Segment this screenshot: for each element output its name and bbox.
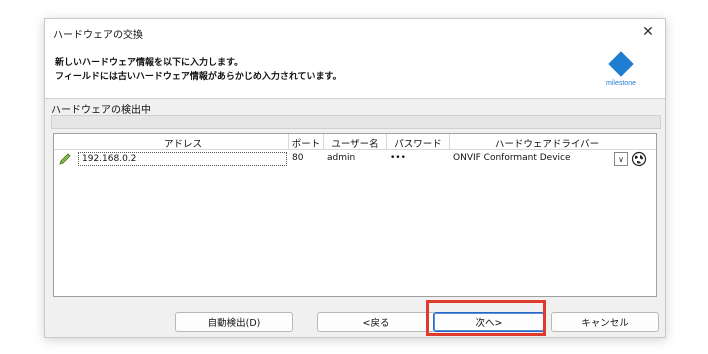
header-note: フィールドには古いハードウェア情報があらかじめ入力されています。 bbox=[55, 72, 342, 82]
close-icon: ✕ bbox=[642, 24, 654, 40]
password-field[interactable]: ••• bbox=[387, 152, 449, 166]
detection-label: ハードウェアの検出中 bbox=[51, 105, 151, 116]
column-port: ポート bbox=[291, 139, 321, 150]
replace-hardware-dialog: ハードウェアの交換 ✕ 新しいハードウェア情報を以下に入力します。 フィールドに… bbox=[44, 18, 666, 338]
chevron-down-icon: ∨ bbox=[618, 154, 624, 164]
column-address: アドレス bbox=[163, 139, 202, 150]
next-button[interactable]: 次へ> bbox=[433, 312, 545, 332]
back-button[interactable]: <戻る bbox=[317, 312, 435, 332]
address-field[interactable]: 192.168.0.2 bbox=[78, 152, 287, 166]
pencil-icon bbox=[59, 153, 71, 165]
close-button[interactable]: ✕ bbox=[631, 19, 665, 45]
dialog-title: ハードウェアの交換 bbox=[53, 30, 143, 41]
cancel-button[interactable]: キャンセル bbox=[551, 312, 659, 332]
grid-header: アドレス ポート ユーザー名 パスワード ハードウェアドライバー bbox=[54, 134, 656, 150]
detection-progress-bar bbox=[51, 115, 661, 129]
driver-dropdown-button[interactable]: ∨ bbox=[614, 152, 628, 166]
wizard-header: 新しいハードウェア情報を以下に入力します。 フィールドには古いハードウェア情報が… bbox=[45, 45, 665, 99]
hardware-grid: アドレス ポート ユーザー名 パスワード ハードウェアドライバー 192.168… bbox=[53, 133, 657, 297]
title-bar: ハードウェアの交換 ✕ bbox=[45, 19, 665, 45]
auto-detect-button[interactable]: 自動検出(D) bbox=[175, 312, 293, 332]
column-password: パスワード bbox=[394, 139, 442, 150]
globe-icon[interactable] bbox=[631, 151, 647, 167]
username-field[interactable]: admin bbox=[324, 152, 386, 166]
driver-select[interactable]: ONVIF Conformant Device bbox=[450, 152, 612, 166]
milestone-logo: milestone bbox=[591, 51, 651, 91]
table-row[interactable]: 192.168.0.2 80 admin ••• ONVIF Conforman… bbox=[54, 151, 656, 167]
logo-text: milestone bbox=[606, 80, 636, 87]
header-instruction: 新しいハードウェア情報を以下に入力します。 bbox=[55, 58, 244, 68]
logo-diamond-icon bbox=[608, 51, 634, 77]
column-username: ユーザー名 bbox=[331, 139, 379, 150]
port-field[interactable]: 80 bbox=[289, 152, 323, 166]
column-driver: ハードウェアドライバー bbox=[494, 139, 600, 150]
